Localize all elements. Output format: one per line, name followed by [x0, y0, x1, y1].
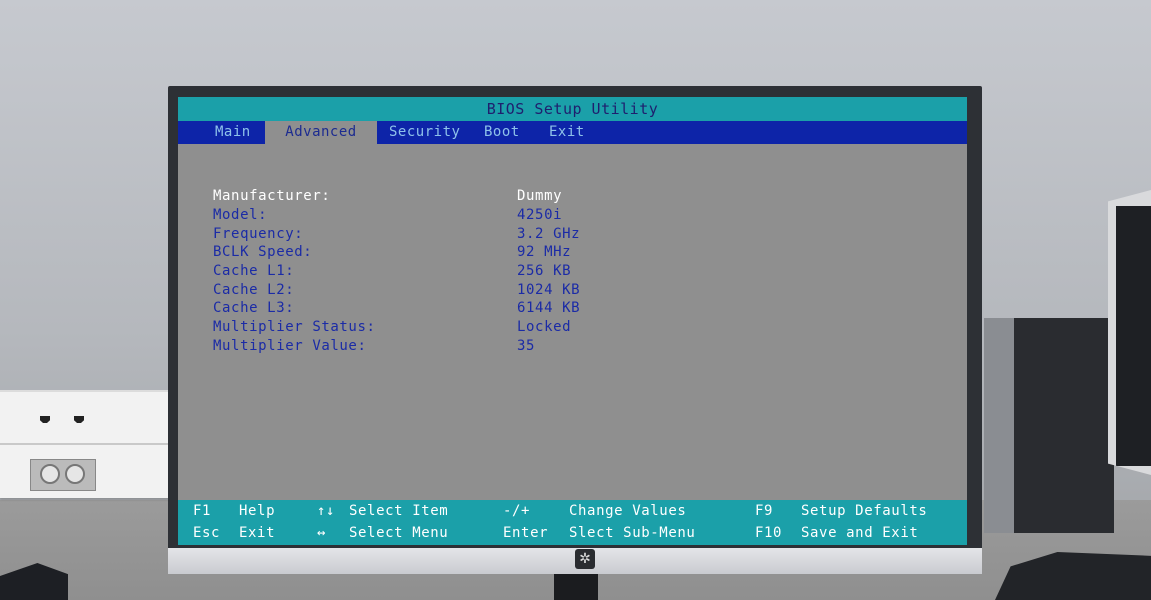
- info-value: Locked: [517, 319, 572, 335]
- info-value: 3.2 GHz: [517, 226, 581, 242]
- monitor-stand: [554, 574, 598, 600]
- network-jack-icon: [74, 416, 84, 423]
- info-value: 4250i: [517, 207, 563, 223]
- key-f1-desc: Help: [239, 503, 276, 519]
- info-value: 6144 KB: [517, 300, 581, 316]
- socket-icon: [65, 464, 85, 484]
- bios-title: BIOS Setup Utility: [178, 97, 967, 121]
- info-value: 256 KB: [517, 263, 572, 279]
- key-sub-menu-desc: Slect Sub-Menu: [569, 525, 696, 541]
- network-jack-icon: [40, 416, 50, 423]
- left-right-arrow-icon: ↔: [317, 525, 327, 541]
- info-value: 35: [517, 338, 536, 354]
- info-label: Multiplier Value:: [213, 338, 367, 354]
- info-label: Multiplier Status:: [213, 319, 376, 335]
- key-select-menu-desc: Select Menu: [349, 525, 449, 541]
- power-button-icon[interactable]: ✲: [575, 549, 595, 569]
- key-plus-minus: -/+: [503, 503, 531, 519]
- key-esc-desc: Exit: [239, 525, 276, 541]
- info-label: Model:: [213, 207, 268, 223]
- key-f1: F1: [193, 503, 212, 519]
- info-value: 1024 KB: [517, 282, 581, 298]
- bios-menu-bar: Main Advanced Security Boot Exit: [178, 121, 967, 144]
- key-f9-desc: Setup Defaults: [801, 503, 928, 519]
- second-monitor: [1108, 190, 1151, 475]
- key-esc: Esc: [193, 525, 221, 541]
- info-value: Dummy: [517, 188, 563, 204]
- second-monitor-screen: [1116, 206, 1151, 466]
- tab-security[interactable]: Security: [389, 121, 460, 144]
- tab-exit[interactable]: Exit: [549, 121, 585, 144]
- bios-key-legend: F1 Help ↑↓ Select Item -/+ Change Values…: [178, 500, 967, 545]
- key-f10-desc: Save and Exit: [801, 525, 919, 541]
- key-change-values-desc: Change Values: [569, 503, 687, 519]
- info-value: 92 MHz: [517, 244, 572, 260]
- tab-advanced[interactable]: Advanced: [265, 121, 377, 144]
- power-outlet-icon: [30, 459, 96, 491]
- info-label: Cache L1:: [213, 263, 295, 279]
- info-label: BCLK Speed:: [213, 244, 313, 260]
- info-label: Manufacturer:: [213, 188, 331, 204]
- key-f10: F10: [755, 525, 783, 541]
- tab-main[interactable]: Main: [215, 121, 251, 144]
- key-enter: Enter: [503, 525, 549, 541]
- key-f9: F9: [755, 503, 774, 519]
- socket-icon: [40, 464, 60, 484]
- info-label: Frequency:: [213, 226, 304, 242]
- plate-divider: [0, 443, 170, 445]
- info-label: Cache L3:: [213, 300, 295, 316]
- key-select-item-desc: Select Item: [349, 503, 449, 519]
- info-label: Cache L2:: [213, 282, 295, 298]
- wall-plate: [0, 390, 170, 498]
- computer-case-front: [984, 318, 1014, 533]
- up-down-arrow-icon: ↑↓: [317, 503, 336, 519]
- tab-boot[interactable]: Boot: [484, 121, 520, 144]
- bios-screen: BIOS Setup Utility Main Advanced Securit…: [178, 97, 967, 545]
